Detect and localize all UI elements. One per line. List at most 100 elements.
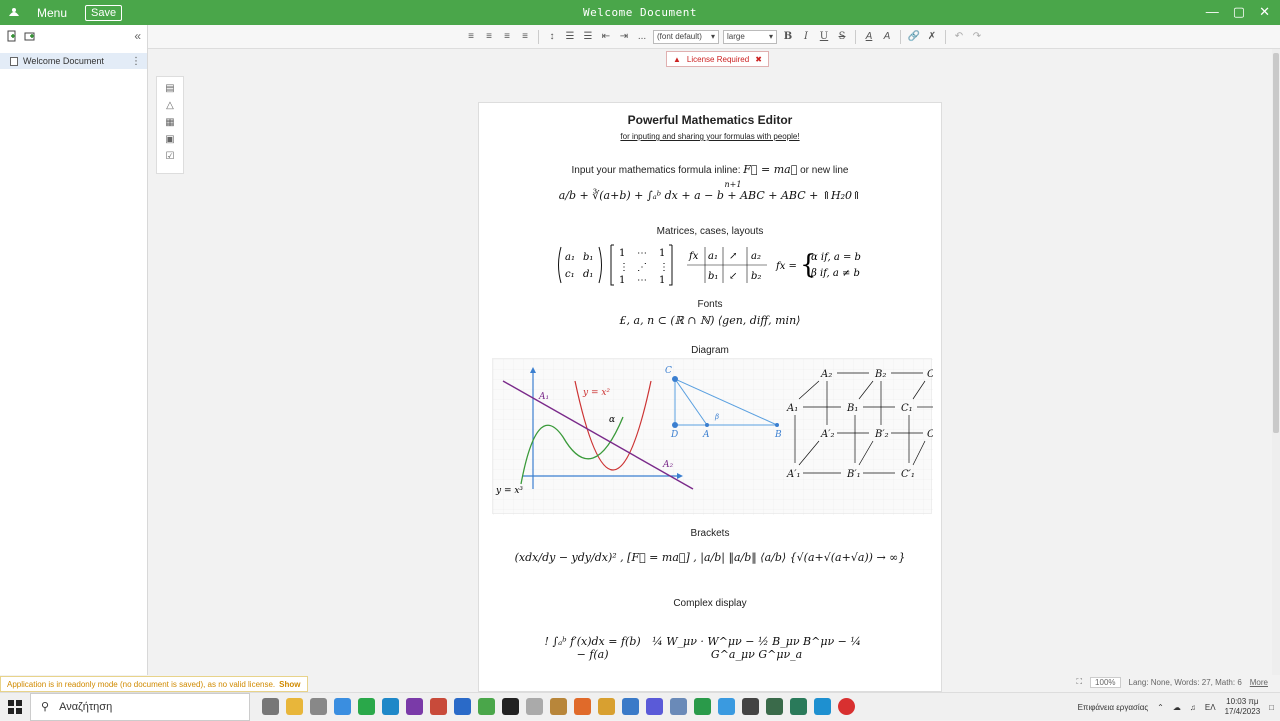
italic-icon[interactable]: I — [799, 30, 813, 44]
app-icon[interactable] — [670, 698, 687, 715]
text-color-icon[interactable]: A — [862, 30, 876, 44]
bold-icon[interactable]: B — [781, 30, 795, 44]
svg-text:b₁: b₁ — [708, 271, 718, 282]
numbered-list-icon[interactable]: ☰ — [563, 30, 577, 44]
indent-icon[interactable]: ⇥ — [617, 30, 631, 44]
font-family-select[interactable]: (font default) ▾ — [653, 29, 719, 44]
highlight-icon[interactable]: A — [880, 30, 894, 44]
network-icon[interactable]: ☁ — [1173, 703, 1181, 712]
brackets-formula[interactable]: (xdx/dy − ydy/dx)² , [F⃗ = ma⃗] , |a/b| … — [479, 551, 941, 564]
complex-formula-left[interactable]: ! ∫ₐᵇ f′(x)dx = f(b) − f(a) — [543, 635, 642, 661]
insert-text-icon[interactable]: ▤ — [165, 83, 174, 94]
line-spacing-icon[interactable]: ↕ — [545, 30, 559, 44]
insert-checkbox-icon[interactable]: ☑ — [166, 151, 175, 162]
close-icon[interactable]: ✕ — [1259, 4, 1270, 20]
language-indicator[interactable]: ΕΛ — [1205, 703, 1216, 712]
scrollbar-thumb[interactable] — [1273, 53, 1279, 433]
link-icon[interactable]: 🔗 — [907, 30, 921, 44]
app-icon[interactable] — [358, 698, 375, 715]
app-icon[interactable] — [646, 698, 663, 715]
more-link[interactable]: More — [1250, 678, 1268, 687]
collapse-sidebar-icon[interactable]: « — [134, 29, 141, 43]
align-justify-icon[interactable]: ≡ — [518, 30, 532, 44]
taskbar-search[interactable]: ⚲ Αναζήτηση — [30, 692, 250, 721]
show-link[interactable]: Show — [279, 680, 300, 689]
notifications-icon[interactable]: □ — [1269, 703, 1274, 712]
insert-shapes-icon[interactable]: △ — [166, 100, 174, 111]
align-left-icon[interactable]: ≡ — [464, 30, 478, 44]
toolbar-divider — [945, 29, 946, 44]
menu-button[interactable]: Menu — [31, 4, 73, 22]
fullscreen-icon[interactable]: ⛶ — [1076, 677, 1082, 687]
app-icon[interactable] — [598, 698, 615, 715]
app-icon[interactable] — [574, 698, 591, 715]
app-icon[interactable] — [430, 698, 447, 715]
complex-formula-right[interactable]: ¼ W_μν · W^μν − ½ B_μν B^μν − ¼ G^a_μν G… — [642, 635, 871, 661]
clock[interactable]: 10:03 πμ 17/4/2023 — [1225, 697, 1261, 717]
align-right-icon[interactable]: ≡ — [500, 30, 514, 44]
dismiss-icon[interactable]: ✖ — [755, 55, 762, 64]
license-required-banner[interactable]: ▲ License Required ✖ — [666, 51, 769, 67]
svg-text:C′₁: C′₁ — [901, 469, 915, 480]
app-icon[interactable] — [814, 698, 831, 715]
file-explorer-icon[interactable] — [286, 698, 303, 715]
more-toolbar-icon[interactable]: ... — [635, 30, 649, 44]
strikethrough-icon[interactable]: S — [835, 30, 849, 44]
app-icon[interactable] — [454, 698, 471, 715]
windows-start-icon[interactable] — [0, 693, 30, 721]
diagram-figure[interactable]: y = x² y = x³ A₁ A₂ α C D A B β A₂ B₂ C A₁… — [492, 358, 935, 515]
task-view-icon[interactable] — [262, 698, 279, 715]
chevron-up-icon[interactable]: ⌃ — [1157, 703, 1164, 712]
document-title[interactable]: Powerful Mathematics Editor — [479, 113, 941, 127]
app-icon[interactable] — [622, 698, 639, 715]
redo-icon[interactable]: ↷ — [970, 30, 984, 44]
opera-icon[interactable] — [838, 698, 855, 715]
app-icon[interactable] — [694, 698, 711, 715]
app-icon[interactable] — [790, 698, 807, 715]
new-folder-icon[interactable] — [24, 30, 36, 45]
volume-icon[interactable]: ♫ — [1190, 703, 1196, 712]
app-icon[interactable] — [502, 698, 519, 715]
underline-icon[interactable]: U — [817, 30, 831, 44]
undo-icon[interactable]: ↶ — [952, 30, 966, 44]
formula-line-1[interactable]: a/b + ∛(a+b) + ∫ₐᵇ dx + a − b + ABC + AB… — [479, 189, 941, 202]
bullet-list-icon[interactable]: ☰ — [581, 30, 595, 44]
complex-display-row[interactable]: ! ∫ₐᵇ f′(x)dx = f(b) − f(a) ¼ W_μν · W^μ… — [479, 635, 941, 661]
vertical-scrollbar[interactable] — [1272, 49, 1280, 675]
settings-icon[interactable] — [310, 698, 327, 715]
edge-icon[interactable] — [382, 698, 399, 715]
zoom-select[interactable]: 100% — [1090, 676, 1121, 688]
insert-table-icon[interactable]: ▦ — [165, 117, 174, 128]
desktop-toolbar[interactable]: Επιφάνεια εργασίας — [1078, 703, 1149, 712]
insert-image-icon[interactable]: ▣ — [165, 134, 174, 145]
app-icon[interactable] — [718, 698, 735, 715]
inline-formula-line[interactable]: Input your mathematics formula inline: F… — [479, 163, 941, 176]
document-list-item[interactable]: Welcome Document ⋮ — [0, 53, 147, 69]
maximize-icon[interactable]: ▢ — [1233, 4, 1245, 20]
math-editor-taskbar-icon[interactable] — [478, 698, 495, 715]
outdent-icon[interactable]: ⇤ — [599, 30, 613, 44]
inline-formula[interactable]: F⃗ = ma⃗ — [743, 163, 797, 176]
matrices-formula[interactable]: a₁ b₁ c₁ d₁ 1 ⋯ 1 ⋮ ⋰ ⋮ 1 ⋯ 1 fx a₁ ↗ a₂ b₁ ↙ b₂ fx =… — [479, 243, 941, 287]
new-document-icon[interactable] — [6, 30, 18, 45]
minimize-icon[interactable]: — — [1206, 4, 1219, 20]
onenote-icon[interactable] — [406, 698, 423, 715]
font-size-select[interactable]: large ▾ — [723, 29, 777, 44]
save-button[interactable]: Save — [85, 4, 123, 21]
document-page[interactable]: Powerful Mathematics Editor for inputing… — [478, 102, 942, 692]
align-center-icon[interactable]: ≡ — [482, 30, 496, 44]
fonts-formula[interactable]: £, a, n ⊂ (ℝ ∩ ℕ) ⟨gen, diff, min⟩ — [479, 314, 941, 327]
document-subtitle[interactable]: for inputing and sharing your formulas w… — [479, 132, 941, 141]
app-icon[interactable] — [742, 698, 759, 715]
clear-format-icon[interactable]: ✗ — [925, 30, 939, 44]
insert-palette: ▤ △ ▦ ▣ ☑ — [156, 76, 184, 174]
section-complex: Complex display — [673, 598, 747, 609]
svg-text:A′₁: A′₁ — [786, 469, 801, 480]
app-icon[interactable] — [526, 698, 543, 715]
app-icon[interactable] — [550, 698, 567, 715]
more-options-icon[interactable]: ⋮ — [131, 56, 141, 67]
app-icon[interactable] — [766, 698, 783, 715]
app-icon[interactable] — [334, 698, 351, 715]
diagram-label-c: C — [665, 366, 672, 376]
svg-text:1: 1 — [619, 275, 625, 286]
